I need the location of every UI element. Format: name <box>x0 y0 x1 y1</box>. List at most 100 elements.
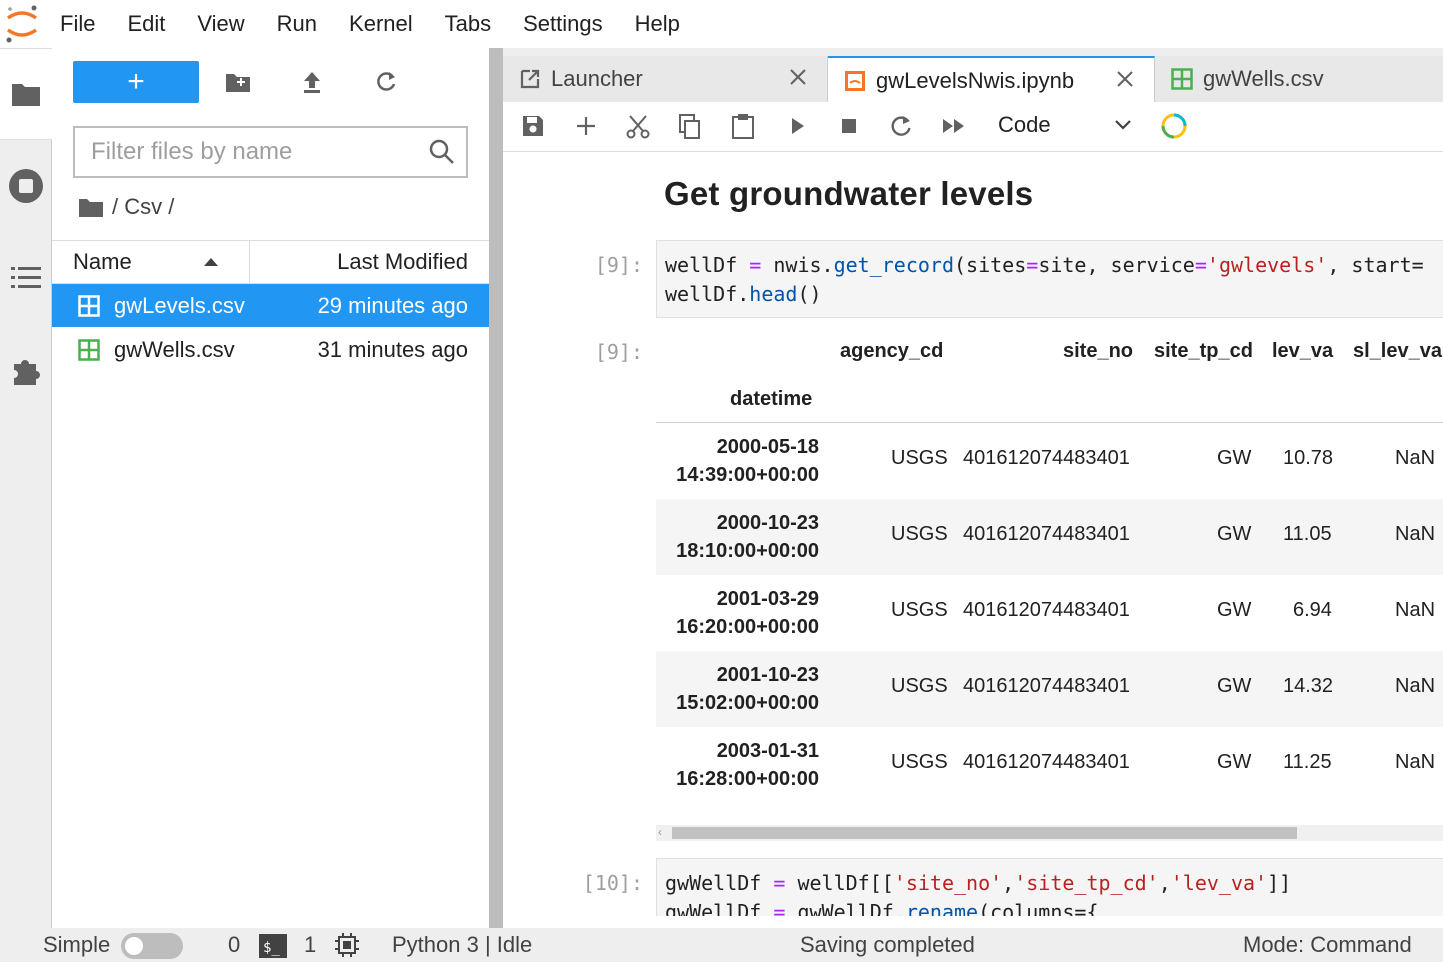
main-dock-area: Launcher gwLevelsNwis.ipynb <box>503 48 1443 916</box>
close-icon[interactable] <box>787 66 809 88</box>
file-row-gwwells[interactable]: gwWells.csv 31 minutes ago <box>52 328 489 371</box>
save-status: Saving completed <box>800 932 975 958</box>
run-icon[interactable] <box>787 114 809 138</box>
cell-site-tp: GW <box>1217 751 1251 774</box>
code-cell-10[interactable]: gwWellDf = wellDf[['site_no','site_tp_cd… <box>656 858 1443 916</box>
cut-icon[interactable] <box>625 114 651 140</box>
name-column-header[interactable]: Name <box>52 241 250 283</box>
input-prompt: [10]: <box>503 871 643 895</box>
cell-sl-lev-va: NaN <box>1395 523 1435 546</box>
status-bar: Simple 0 $_ 1 Python 3 | Idle Saving com… <box>0 928 1443 962</box>
terminal-count[interactable]: 0 <box>228 932 240 958</box>
cell-sl-lev-va: NaN <box>1395 599 1435 622</box>
input-prompt: [9]: <box>503 253 643 277</box>
menu-kernel[interactable]: Kernel <box>333 11 429 37</box>
chevron-down-icon[interactable] <box>1113 118 1133 132</box>
last-modified-column-header[interactable]: Last Modified <box>250 241 489 283</box>
extensions-tab[interactable] <box>0 324 52 416</box>
cell-site-no: 401612074483401 <box>963 447 1130 470</box>
table-row: 2000-10-2318:10:00+00:00 USGS 4016120744… <box>656 499 1443 575</box>
terminal-icon[interactable]: $_ <box>259 934 287 958</box>
fast-forward-icon[interactable] <box>941 114 967 138</box>
kernel-count[interactable]: 1 <box>304 932 316 958</box>
tab-label: Launcher <box>551 66 643 92</box>
cell-lev-va: 11.05 <box>1283 523 1332 546</box>
name-column-label: Name <box>73 249 132 275</box>
svg-text:$_: $_ <box>263 940 280 956</box>
tab-notebook[interactable]: gwLevelsNwis.ipynb <box>828 56 1155 103</box>
file-row-gwlevels[interactable]: gwLevels.csv 29 minutes ago <box>52 284 489 327</box>
close-icon[interactable] <box>1114 68 1136 90</box>
filter-files-input[interactable]: Filter files by name <box>73 126 468 178</box>
cell-agency: USGS <box>891 599 948 622</box>
file-name: gwLevels.csv <box>114 293 245 319</box>
column-header: lev_va <box>1272 340 1333 363</box>
menu-edit[interactable]: Edit <box>111 11 181 37</box>
row-index: 2001-10-2315:02:00+00:00 <box>656 661 819 717</box>
cell-site-no: 401612074483401 <box>963 523 1130 546</box>
running-sessions-tab[interactable] <box>0 140 52 232</box>
tab-label: gwLevelsNwis.ipynb <box>876 68 1074 94</box>
scroll-left-icon[interactable]: ‹ <box>658 825 662 839</box>
cell-type-select[interactable]: Code <box>998 112 1051 138</box>
file-browser-panel: + Filter files by name <box>52 48 489 928</box>
cell-sl-lev-va: NaN <box>1395 675 1435 698</box>
table-row: 2003-01-3116:28:00+00:00 USGS 4016120744… <box>656 727 1443 803</box>
last-modified-label: Last Modified <box>337 249 468 275</box>
tab-gwwells-csv[interactable]: gwWells.csv <box>1155 56 1443 102</box>
horizontal-scrollbar[interactable]: ‹ <box>656 825 1443 841</box>
jupyter-logo-icon <box>0 0 44 48</box>
notebook-mode: Mode: Command <box>1243 932 1412 958</box>
table-row: 2000-05-1814:39:00+00:00 USGS 4016120744… <box>656 423 1443 499</box>
save-icon[interactable] <box>521 114 545 138</box>
copy-icon[interactable] <box>678 114 702 140</box>
code-cell-9[interactable]: wellDf = nwis.get_record(sites=site, ser… <box>656 240 1443 318</box>
panel-splitter[interactable] <box>489 48 503 928</box>
stop-circle-icon <box>8 168 44 204</box>
insert-cell-icon[interactable] <box>574 114 598 138</box>
column-header: site_tp_cd <box>1154 340 1253 363</box>
refresh-button[interactable] <box>349 61 423 103</box>
simple-mode-label: Simple <box>43 932 110 958</box>
restart-icon[interactable] <box>889 114 913 138</box>
paste-icon[interactable] <box>731 114 755 140</box>
stop-icon[interactable] <box>838 114 860 138</box>
cell-sl-lev-va: NaN <box>1395 447 1435 470</box>
cell-agency: USGS <box>891 523 948 546</box>
file-modified: 31 minutes ago <box>302 337 489 363</box>
file-modified: 29 minutes ago <box>302 293 489 319</box>
sort-ascending-icon <box>203 257 219 267</box>
menu-view[interactable]: View <box>181 11 260 37</box>
search-icon <box>428 138 456 166</box>
menu-run[interactable]: Run <box>261 11 333 37</box>
file-browser-tab[interactable] <box>0 48 52 140</box>
kernel-chip-icon[interactable] <box>335 933 359 957</box>
upload-button[interactable] <box>275 61 349 103</box>
scrollbar-thumb[interactable] <box>672 827 1297 839</box>
menubar: File Edit View Run Kernel Tabs Settings … <box>0 0 1443 48</box>
kernel-status[interactable]: Python 3 | Idle <box>392 932 532 958</box>
cell-sl-lev-va: NaN <box>1395 751 1435 774</box>
table-of-contents-tab[interactable] <box>0 232 52 324</box>
spreadsheet-icon <box>78 295 100 317</box>
file-name: gwWells.csv <box>114 337 235 363</box>
tab-launcher[interactable]: Launcher <box>503 56 828 102</box>
cell-agency: USGS <box>891 675 948 698</box>
breadcrumb-path[interactable]: / Csv / <box>112 194 174 220</box>
row-index: 2001-03-2916:20:00+00:00 <box>656 585 819 641</box>
menu-tabs[interactable]: Tabs <box>429 11 507 37</box>
column-header: agency_cd <box>840 340 943 363</box>
new-folder-button[interactable] <box>201 61 275 103</box>
menu-settings[interactable]: Settings <box>507 11 619 37</box>
refresh-icon <box>375 71 397 93</box>
simple-mode-toggle[interactable] <box>121 933 183 959</box>
menu-help[interactable]: Help <box>619 11 696 37</box>
menu-file[interactable]: File <box>44 11 111 37</box>
upload-icon <box>301 70 323 94</box>
folder-home-icon[interactable] <box>78 196 104 218</box>
row-index: 2000-10-2318:10:00+00:00 <box>656 509 819 565</box>
notebook-toolbar: Code <box>503 102 1443 152</box>
new-launcher-button[interactable]: + <box>73 61 199 103</box>
tab-label: gwWells.csv <box>1203 66 1324 92</box>
row-index: 2003-01-3116:28:00+00:00 <box>656 737 819 793</box>
